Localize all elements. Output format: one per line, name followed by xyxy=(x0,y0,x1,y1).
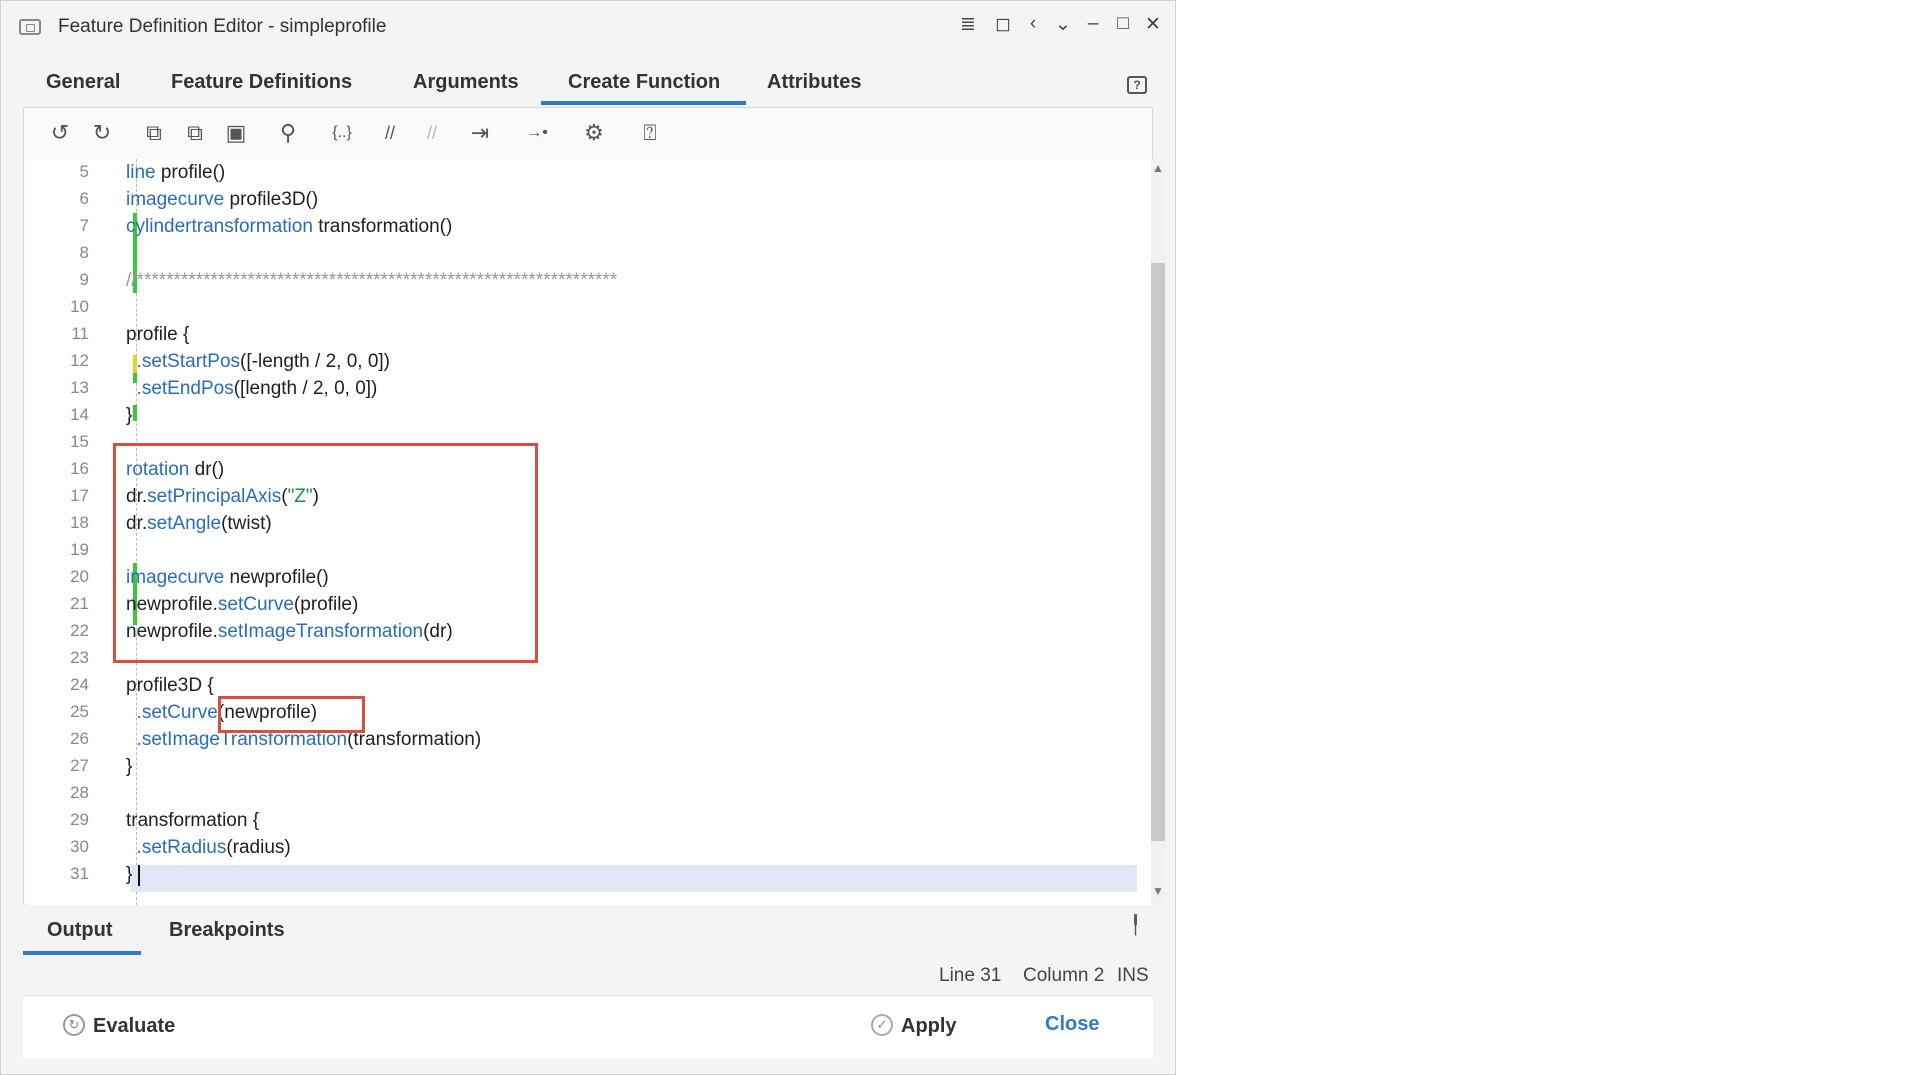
tab-general[interactable]: General xyxy=(46,71,120,94)
help-icon[interactable]: ⍰ xyxy=(635,119,665,149)
tab-output[interactable]: Output xyxy=(47,919,113,942)
goto-icon[interactable]: →• xyxy=(522,119,552,149)
code-line: 14} xyxy=(70,405,133,426)
redo-icon[interactable]: ↻ xyxy=(87,119,117,149)
code-line: 10 xyxy=(70,297,89,316)
scroll-down-arrow-icon[interactable]: ▼ xyxy=(1151,884,1165,898)
indent-icon[interactable]: ⇥ xyxy=(465,119,495,149)
tab-breakpoints[interactable]: Breakpoints xyxy=(169,919,285,942)
braces-icon[interactable]: {..} xyxy=(327,119,357,149)
pin-icon[interactable]: ╿ xyxy=(1130,915,1141,936)
highlight-box-rotation-block xyxy=(113,443,538,663)
evaluate-button[interactable]: Evaluate xyxy=(93,1015,175,1038)
code-line: 11 profile { xyxy=(71,324,190,345)
editor-toolbar: ↺ ↻ ⧉ ⧉ ▣ ⚲ {..} // // ⇥ →• ⚙ ⍰ xyxy=(25,109,1151,157)
code-line: 5 line profile() xyxy=(79,162,226,183)
tab-feature-definitions[interactable]: Feature Definitions xyxy=(171,71,352,94)
code-line: 31} xyxy=(70,864,133,885)
undo-icon[interactable]: ↺ xyxy=(45,119,75,149)
text-caret xyxy=(138,865,140,886)
search-icon[interactable]: ⚲ xyxy=(273,119,303,149)
bottom-tab-bar: Output Breakpoints ╿ xyxy=(23,905,1153,956)
window-title: Feature Definition Editor - simpleprofil… xyxy=(58,16,387,37)
tab-attributes[interactable]: Attributes xyxy=(767,71,861,94)
status-insert-mode: INS xyxy=(1117,965,1149,986)
paste-icon[interactable]: ▣ xyxy=(221,119,251,149)
check-icon: ✓ xyxy=(871,1014,893,1036)
code-line: 13 .setEndPos([length / 2, 0, 0]) xyxy=(70,378,378,399)
minimize-icon[interactable]: – xyxy=(1081,13,1105,35)
code-line: 25 .setCurve(newprofile) xyxy=(70,702,318,723)
apply-button[interactable]: Apply xyxy=(901,1015,957,1038)
app-icon xyxy=(19,19,41,35)
status-line: Line 31 xyxy=(939,965,1002,986)
scroll-up-arrow-icon[interactable]: ▲ xyxy=(1151,161,1165,175)
status-bar: Line 31 Column 2 INS xyxy=(23,955,1153,995)
help-icon[interactable]: ? xyxy=(1127,76,1147,94)
refresh-icon: ↻ xyxy=(63,1014,85,1036)
highlight-box-newprofile xyxy=(218,696,365,733)
code-line: 12 .setStartPos([-length / 2, 0, 0]) xyxy=(70,351,391,372)
code-line: 6 imagecurve profile3D() xyxy=(79,189,319,210)
title-bar: Feature Definition Editor - simpleprofil… xyxy=(1,1,1175,55)
status-column: Column 2 xyxy=(1023,965,1105,986)
code-line: 27} xyxy=(70,756,133,777)
duplicate-icon[interactable]: ⧉ xyxy=(180,119,210,149)
restore-icon[interactable]: ◻ xyxy=(991,13,1015,36)
active-tab-indicator xyxy=(541,101,746,105)
tab-bar: General Feature Definitions Arguments Cr… xyxy=(25,63,1155,105)
tab-create-function[interactable]: Create Function xyxy=(568,71,720,94)
code-line: 9//*************************************… xyxy=(79,270,618,291)
scrollbar-thumb[interactable] xyxy=(1151,263,1165,841)
feature-definition-editor-window: Feature Definition Editor - simpleprofil… xyxy=(0,0,1176,1075)
list-icon[interactable]: ≣ xyxy=(956,13,980,36)
code-editor[interactable]: 5 line profile() 6 imagecurve profile3D() … xyxy=(25,159,1165,905)
code-line: 8 xyxy=(79,243,89,262)
maximize-icon[interactable]: □ xyxy=(1111,13,1135,35)
uncomment-icon[interactable]: // xyxy=(417,119,447,149)
code-line: 26 .setImageTransformation(transformatio… xyxy=(70,729,482,750)
chevron-down-icon[interactable]: ⌄ xyxy=(1051,13,1075,36)
settings-icon[interactable]: ⚙ xyxy=(579,119,609,149)
code-line: 24 profile3D { xyxy=(70,675,214,696)
code-line: 28 xyxy=(70,783,89,802)
tab-arguments[interactable]: Arguments xyxy=(413,71,519,94)
close-icon[interactable]: ✕ xyxy=(1141,13,1165,36)
code-line: 29 transformation { xyxy=(70,810,260,831)
copy-icon[interactable]: ⧉ xyxy=(139,119,169,149)
close-button[interactable]: Close xyxy=(1045,1013,1099,1036)
comment-icon[interactable]: // xyxy=(375,119,405,149)
chevron-left-icon[interactable]: ‹ xyxy=(1021,13,1045,35)
footer-bar: ↻ Evaluate ✓ Apply Close xyxy=(23,995,1153,1058)
code-line: 7 cylindertransformation transformation() xyxy=(79,216,453,237)
code-line: 30 .setRadius(radius) xyxy=(70,837,291,858)
